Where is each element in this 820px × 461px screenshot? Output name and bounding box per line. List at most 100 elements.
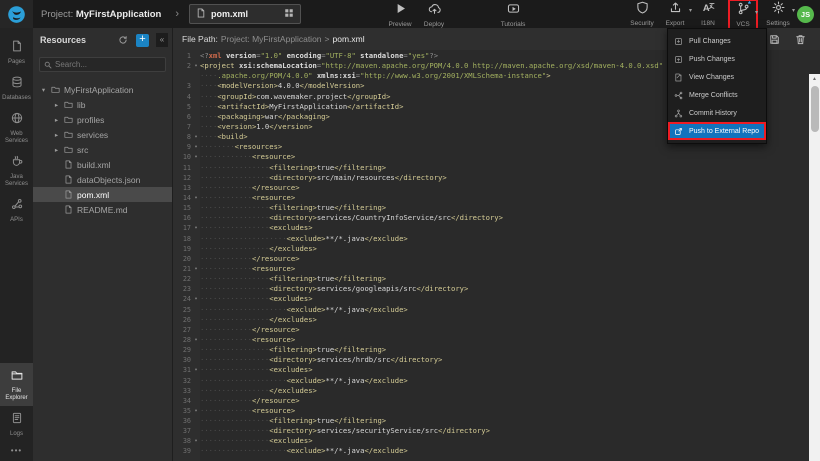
line-number: 26 bbox=[173, 315, 192, 325]
sidebar-item-apis[interactable]: APIs bbox=[0, 192, 33, 228]
tree-item-readme-md[interactable]: README.md bbox=[33, 202, 172, 217]
resources-panel: Resources + « ▾MyFirstApplication▸lib▸pr… bbox=[33, 28, 173, 461]
sidebar-item-file-explorer[interactable]: FileExplorer bbox=[0, 363, 33, 406]
fold-toggle-icon[interactable]: ▾ bbox=[192, 193, 200, 203]
line-number: 16 bbox=[173, 213, 192, 223]
sidebar-item-label: APIs bbox=[10, 217, 23, 224]
delete-icon[interactable] bbox=[795, 34, 806, 45]
shield-icon bbox=[636, 1, 649, 19]
expander-closed-icon[interactable]: ▸ bbox=[53, 131, 60, 139]
topbar-vcs-label: VCS bbox=[736, 21, 749, 28]
folder-sm-icon bbox=[64, 145, 73, 154]
expander-closed-icon[interactable]: ▸ bbox=[53, 101, 60, 109]
tree-item-pom-xml[interactable]: pom.xml bbox=[33, 187, 172, 202]
line-number: 39 bbox=[173, 446, 192, 456]
breadcrumb-chevron-icon: › bbox=[175, 8, 179, 20]
fold-spacer bbox=[192, 325, 200, 335]
topbar-preview-button[interactable]: Preview bbox=[385, 0, 415, 29]
svg-text:A: A bbox=[702, 3, 709, 13]
line-number: 24 bbox=[173, 294, 192, 304]
sidebar-more-button[interactable]: ••• bbox=[0, 446, 33, 455]
api-icon bbox=[11, 197, 23, 215]
tree-item-src[interactable]: ▸src bbox=[33, 142, 172, 157]
topbar-deploy-label: Deploy bbox=[424, 21, 444, 28]
sidebar-item-databases[interactable]: Databases bbox=[0, 70, 33, 106]
code-line: 37················<directory>services/se… bbox=[173, 426, 820, 436]
tab-pom-xml[interactable]: pom.xml bbox=[189, 4, 301, 24]
expander-closed-icon[interactable]: ▸ bbox=[53, 146, 60, 154]
sidebar-item-label: Pages bbox=[8, 59, 25, 66]
expander-open-icon[interactable]: ▾ bbox=[40, 86, 47, 94]
expander-closed-icon[interactable]: ▸ bbox=[53, 116, 60, 124]
user-avatar[interactable]: JS bbox=[797, 6, 814, 23]
code-line: 34············</resource> bbox=[173, 396, 820, 406]
code-line: 21▾············<resource> bbox=[173, 264, 820, 274]
fold-toggle-icon[interactable]: ▾ bbox=[192, 142, 200, 152]
file-tree: ▾MyFirstApplication▸lib▸profiles▸service… bbox=[33, 82, 172, 217]
refresh-icon[interactable] bbox=[118, 35, 128, 45]
scrollbar-thumb[interactable] bbox=[811, 86, 819, 132]
code-line: 10▾············<resource> bbox=[173, 152, 820, 162]
fold-toggle-icon[interactable]: ▾ bbox=[192, 223, 200, 233]
fold-toggle-icon[interactable]: ▾ bbox=[192, 335, 200, 345]
code-line: 25····················<exclude>**/*.java… bbox=[173, 305, 820, 315]
save-icon[interactable] bbox=[769, 34, 780, 45]
tree-item-services[interactable]: ▸services bbox=[33, 127, 172, 142]
wavemaker-ide: Project: MyFirstApplication › pom.xml Pr… bbox=[0, 0, 820, 461]
menu-item-commit-history[interactable]: Commit History bbox=[668, 104, 766, 122]
code-line: 14▾············<resource> bbox=[173, 193, 820, 203]
tree-item-dataobjects-json[interactable]: dataObjects.json bbox=[33, 172, 172, 187]
scroll-up-arrow-icon[interactable]: ▲ bbox=[809, 74, 820, 84]
project-prefix: Project: bbox=[41, 9, 73, 20]
topbar-export-button[interactable]: ▾Export bbox=[660, 0, 690, 28]
line-number: 27 bbox=[173, 325, 192, 335]
fold-toggle-icon[interactable]: ▾ bbox=[192, 436, 200, 446]
fold-spacer bbox=[192, 396, 200, 406]
fold-toggle-icon[interactable]: ▾ bbox=[192, 264, 200, 274]
tree-item-profiles[interactable]: ▸profiles bbox=[33, 112, 172, 127]
search-input[interactable] bbox=[55, 60, 161, 69]
fold-spacer bbox=[192, 355, 200, 365]
sidebar-item-logs[interactable]: Logs bbox=[0, 406, 33, 442]
menu-item-pull-changes[interactable]: Pull Changes bbox=[668, 32, 766, 50]
tree-item-lib[interactable]: ▸lib bbox=[33, 97, 172, 112]
fold-toggle-icon[interactable]: ▾ bbox=[192, 406, 200, 416]
menu-item-label: Merge Conflicts bbox=[689, 92, 738, 99]
topbar-vcs-button[interactable]: *▾VCS bbox=[728, 0, 758, 30]
tree-item-build-xml[interactable]: build.xml bbox=[33, 157, 172, 172]
menu-item-merge-conflicts[interactable]: Merge Conflicts bbox=[668, 86, 766, 104]
menu-item-push-changes[interactable]: Push Changes bbox=[668, 50, 766, 68]
sidebar-item-web-services[interactable]: WebServices bbox=[0, 106, 33, 149]
line-number: 1 bbox=[173, 51, 192, 61]
grid-icon[interactable] bbox=[284, 5, 294, 23]
topbar-tutorials-button[interactable]: Tutorials bbox=[498, 0, 528, 29]
fold-toggle-icon[interactable]: ▾ bbox=[192, 132, 200, 142]
tab-label: pom.xml bbox=[211, 9, 279, 19]
fold-spacer bbox=[192, 376, 200, 386]
add-resource-button[interactable]: + bbox=[136, 34, 149, 47]
topbar-security-button[interactable]: Security bbox=[627, 0, 657, 28]
fold-toggle-icon[interactable]: ▾ bbox=[192, 61, 200, 71]
folder-sm-icon bbox=[64, 115, 73, 124]
collapse-panel-button[interactable]: « bbox=[156, 33, 168, 47]
db-icon bbox=[11, 75, 23, 93]
fold-toggle-icon[interactable]: ▾ bbox=[192, 365, 200, 375]
tree-item-myfirstapplication[interactable]: ▾MyFirstApplication bbox=[33, 82, 172, 97]
globe-icon bbox=[11, 111, 23, 129]
chevron-down-icon: ▾ bbox=[689, 7, 692, 14]
editor-scrollbar[interactable]: ▲ bbox=[809, 74, 820, 461]
sidebar-item-java-services[interactable]: JavaServices bbox=[0, 149, 33, 192]
vcs-changes-badge: * bbox=[748, 0, 751, 9]
file-sm-icon bbox=[64, 190, 73, 199]
topbar-deploy-button[interactable]: Deploy bbox=[419, 0, 449, 29]
topbar-settings-button[interactable]: ▾Settings bbox=[763, 0, 793, 28]
menu-item-view-changes[interactable]: View Changes bbox=[668, 68, 766, 86]
gear-icon bbox=[772, 1, 785, 19]
fold-toggle-icon[interactable]: ▾ bbox=[192, 294, 200, 304]
topbar-i18n-button[interactable]: AI18N bbox=[693, 0, 723, 28]
sidebar-item-pages[interactable]: Pages bbox=[0, 34, 33, 70]
fold-spacer bbox=[192, 426, 200, 436]
fold-toggle-icon[interactable]: ▾ bbox=[192, 152, 200, 162]
fold-spacer bbox=[192, 274, 200, 284]
menu-item-push-external-repo[interactable]: Push to External Repo bbox=[668, 122, 766, 140]
